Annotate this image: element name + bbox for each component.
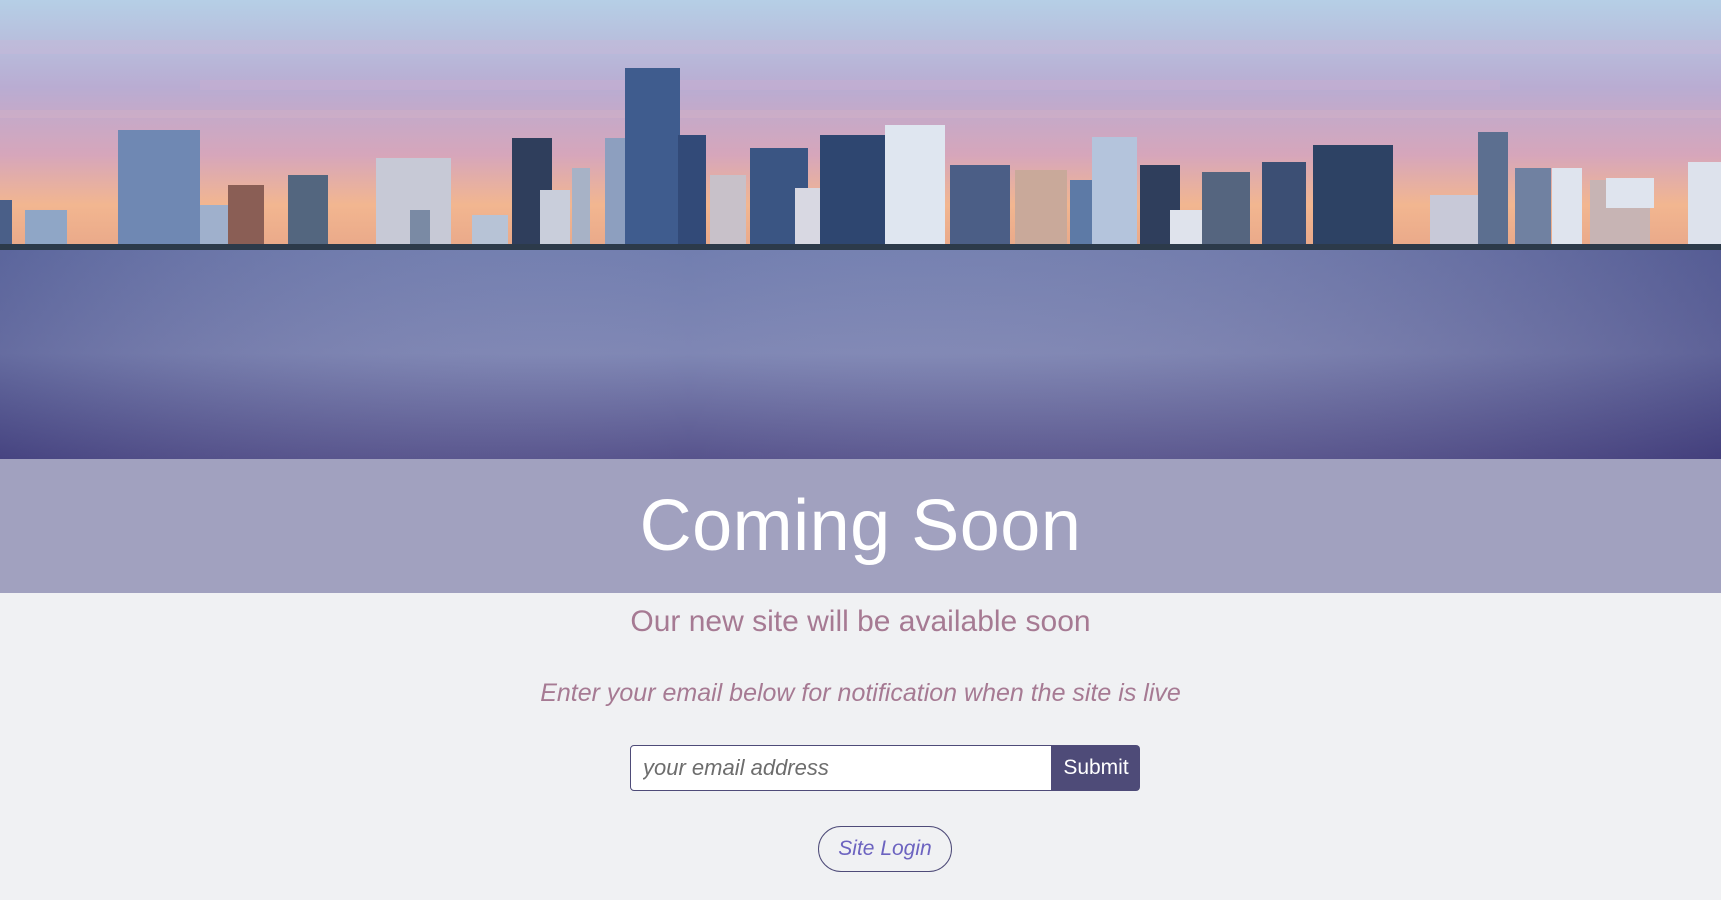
hero-skyline-image (0, 0, 1721, 459)
email-prompt-text: Enter your email below for notification … (540, 679, 1181, 707)
subtitle-text: Our new site will be available soon (630, 605, 1091, 638)
submit-button[interactable]: Submit (1052, 745, 1140, 791)
email-signup-form: Submit (630, 745, 1140, 791)
email-input[interactable] (630, 745, 1052, 791)
coming-soon-page: Coming Soon Our new site will be availab… (0, 0, 1721, 900)
page-title: Coming Soon (639, 486, 1082, 566)
title-band: Coming Soon (0, 459, 1721, 593)
site-login-button[interactable]: Site Login (818, 826, 952, 872)
